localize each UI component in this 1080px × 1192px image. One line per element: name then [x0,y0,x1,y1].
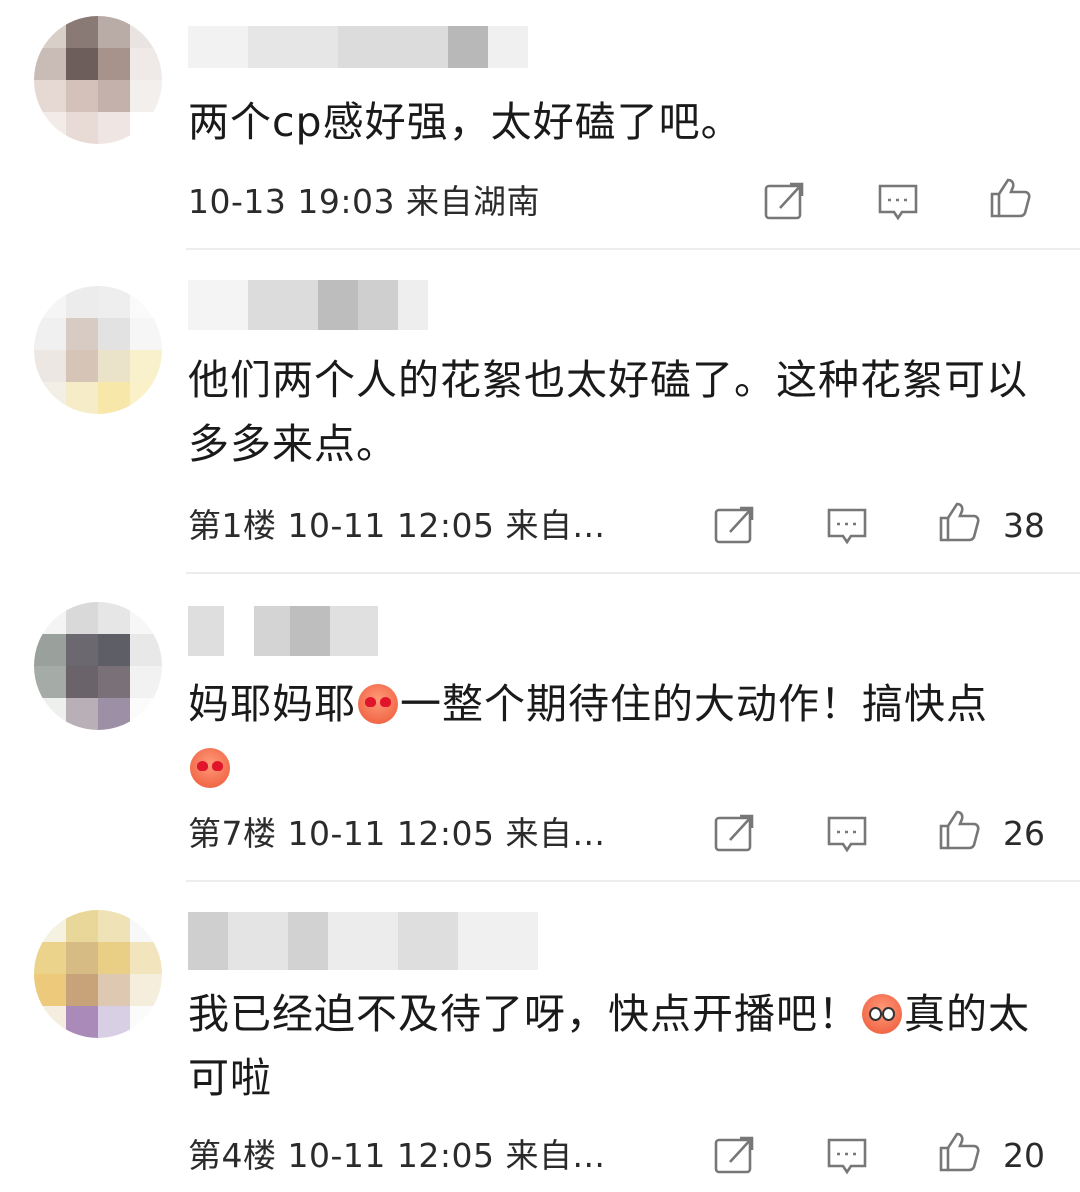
thumbs-up-icon[interactable] [937,808,981,852]
comment-text-part: 一整个期待住的大动作！搞快点 [400,680,988,728]
avatar[interactable] [34,910,162,1038]
thumbs-up-icon[interactable] [937,500,981,544]
comment-meta: 10-13 19:03 来自湖南 [188,182,540,221]
heart-eyes-emoji-icon [190,748,230,788]
comment-text: 两个cp感好强，太好磕了吧。 [188,98,743,146]
like-count: 20 [1003,1136,1045,1175]
share-icon[interactable] [712,504,756,548]
heart-eyes-emoji-icon [358,684,398,724]
like-count: 38 [1003,506,1045,545]
peeking-emoji-icon [862,994,902,1034]
comment-meta: 第7楼 10-11 12:05 来自... [188,814,606,853]
comment-meta: 第1楼 10-11 12:05 来自... [188,506,606,545]
avatar[interactable] [34,602,162,730]
comment-item: 两个cp感好强，太好磕了吧。 10-13 19:03 来自湖南 [0,0,1080,250]
thumbs-up-icon[interactable] [937,1130,981,1174]
share-icon[interactable] [712,812,756,856]
username[interactable] [188,280,428,330]
username[interactable] [188,912,538,970]
comment-text: 妈耶妈耶 一整个期待住的大动作！搞快点 [188,672,1048,800]
comment-text-part: 妈耶妈耶 [188,680,356,728]
comment-icon[interactable] [876,180,920,224]
comment-text-part: 我已经迫不及待了呀，快点开播吧！ [188,990,860,1038]
comment-icon[interactable] [825,504,869,548]
thumbs-up-icon[interactable] [988,176,1032,220]
username[interactable] [188,606,378,656]
share-icon[interactable] [762,180,806,224]
comment-item: 我已经迫不及待了呀，快点开播吧！ 真的太可啦 第4楼 10-11 12:05 来自… [0,882,1080,1192]
like-count: 26 [1003,814,1045,853]
avatar[interactable] [34,286,162,414]
comment-item: 他们两个人的花絮也太好磕了。这种花絮可以多多来点。 第1楼 10-11 12:0… [0,250,1080,574]
comment-icon[interactable] [825,1134,869,1178]
comment-meta: 第4楼 10-11 12:05 来自... [188,1136,606,1175]
avatar[interactable] [34,16,162,144]
username[interactable] [188,26,528,68]
comment-text: 我已经迫不及待了呀，快点开播吧！ 真的太可啦 [188,982,1048,1110]
share-icon[interactable] [712,1134,756,1178]
comment-text: 他们两个人的花絮也太好磕了。这种花絮可以多多来点。 [188,356,1028,468]
comment-icon[interactable] [825,812,869,856]
comment-item: 妈耶妈耶 一整个期待住的大动作！搞快点 第7楼 10-11 12:05 来自...… [0,574,1080,882]
